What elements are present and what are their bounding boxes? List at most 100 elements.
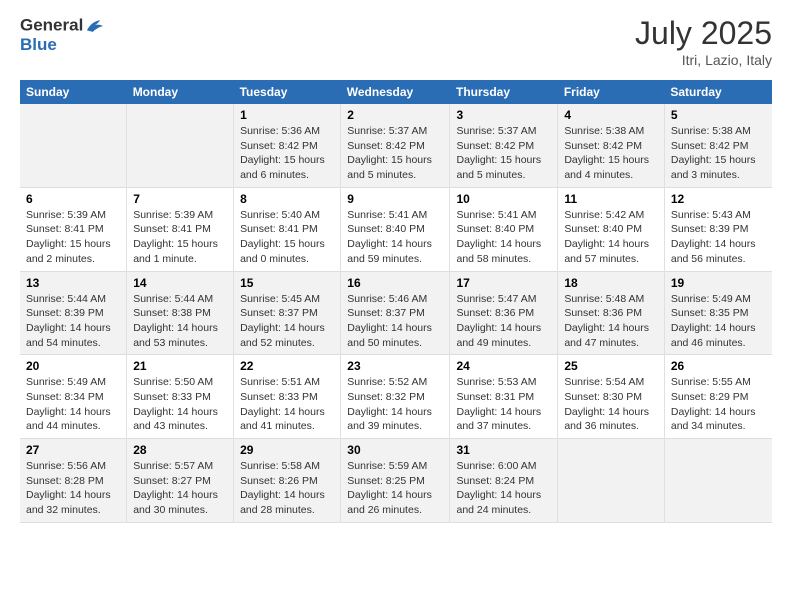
day-number: 12 — [671, 192, 766, 206]
day-info: Sunrise: 5:39 AMSunset: 8:41 PMDaylight:… — [26, 208, 120, 267]
day-info: Sunrise: 5:55 AMSunset: 8:29 PMDaylight:… — [671, 375, 766, 434]
col-friday: Friday — [558, 80, 665, 104]
day-number: 17 — [456, 276, 551, 290]
calendar-cell: 23 Sunrise: 5:52 AMSunset: 8:32 PMDayligh… — [341, 355, 450, 439]
day-info: Sunrise: 5:40 AMSunset: 8:41 PMDaylight:… — [240, 208, 334, 267]
calendar-cell: 22 Sunrise: 5:51 AMSunset: 8:33 PMDayligh… — [234, 355, 341, 439]
calendar-cell: 8 Sunrise: 5:40 AMSunset: 8:41 PMDaylight… — [234, 187, 341, 271]
calendar-cell: 31Sunrise: 6:00 AMSunset: 8:24 PMDayligh… — [450, 439, 558, 523]
calendar-cell: 14 Sunrise: 5:44 AMSunset: 8:38 PMDayligh… — [127, 271, 234, 355]
day-number: 23 — [347, 359, 443, 373]
col-sunday: Sunday — [20, 80, 127, 104]
day-info: Sunrise: 5:44 AMSunset: 8:38 PMDaylight:… — [133, 292, 227, 351]
calendar-cell: 20Sunrise: 5:49 AMSunset: 8:34 PMDayligh… — [20, 355, 127, 439]
day-info: Sunrise: 5:54 AMSunset: 8:30 PMDaylight:… — [564, 375, 658, 434]
day-number: 24 — [456, 359, 551, 373]
day-number: 6 — [26, 192, 120, 206]
day-number: 1 — [240, 108, 334, 122]
calendar-cell: 28Sunrise: 5:57 AMSunset: 8:27 PMDayligh… — [127, 439, 234, 523]
calendar-cell: 2Sunrise: 5:37 AMSunset: 8:42 PMDaylight… — [341, 104, 450, 187]
day-info: Sunrise: 5:53 AMSunset: 8:31 PMDaylight:… — [456, 375, 551, 434]
col-wednesday: Wednesday — [341, 80, 450, 104]
day-info: Sunrise: 5:39 AMSunset: 8:41 PMDaylight:… — [133, 208, 227, 267]
day-number: 22 — [240, 359, 334, 373]
logo-bird-icon — [84, 15, 106, 37]
calendar-cell: 11 Sunrise: 5:42 AMSunset: 8:40 PMDayligh… — [558, 187, 665, 271]
calendar-cell: 9Sunrise: 5:41 AMSunset: 8:40 PMDaylight… — [341, 187, 450, 271]
calendar-cell: 30 Sunrise: 5:59 AMSunset: 8:25 PMDayligh… — [341, 439, 450, 523]
day-info: Sunrise: 5:59 AMSunset: 8:25 PMDaylight:… — [347, 459, 443, 518]
calendar-cell: 7 Sunrise: 5:39 AMSunset: 8:41 PMDaylight… — [127, 187, 234, 271]
title-section: July 2025 Itri, Lazio, Italy — [635, 15, 772, 68]
day-number: 26 — [671, 359, 766, 373]
col-monday: Monday — [127, 80, 234, 104]
calendar-cell — [558, 439, 665, 523]
day-info: Sunrise: 5:36 AMSunset: 8:42 PMDaylight:… — [240, 124, 334, 183]
logo-blue: Blue — [20, 35, 57, 54]
calendar-cell: 27 Sunrise: 5:56 AMSunset: 8:28 PMDayligh… — [20, 439, 127, 523]
day-number: 15 — [240, 276, 334, 290]
table-row: 13 Sunrise: 5:44 AMSunset: 8:39 PMDayligh… — [20, 271, 772, 355]
day-info: Sunrise: 5:56 AMSunset: 8:28 PMDaylight:… — [26, 459, 120, 518]
day-info: Sunrise: 5:46 AMSunset: 8:37 PMDaylight:… — [347, 292, 443, 351]
calendar-cell: 12 Sunrise: 5:43 AMSunset: 8:39 PMDayligh… — [664, 187, 772, 271]
day-number: 21 — [133, 359, 227, 373]
day-info: Sunrise: 5:43 AMSunset: 8:39 PMDaylight:… — [671, 208, 766, 267]
day-info: Sunrise: 5:38 AMSunset: 8:42 PMDaylight:… — [564, 124, 658, 183]
day-number: 9 — [347, 192, 443, 206]
table-row: 1 Sunrise: 5:36 AMSunset: 8:42 PMDaylight… — [20, 104, 772, 187]
calendar-cell: 6 Sunrise: 5:39 AMSunset: 8:41 PMDaylight… — [20, 187, 127, 271]
day-info: Sunrise: 5:42 AMSunset: 8:40 PMDaylight:… — [564, 208, 658, 267]
day-number: 29 — [240, 443, 334, 457]
day-number: 7 — [133, 192, 227, 206]
col-thursday: Thursday — [450, 80, 558, 104]
calendar-cell: 24 Sunrise: 5:53 AMSunset: 8:31 PMDayligh… — [450, 355, 558, 439]
logo-general: General — [20, 15, 83, 34]
day-info: Sunrise: 5:51 AMSunset: 8:33 PMDaylight:… — [240, 375, 334, 434]
calendar-cell — [664, 439, 772, 523]
calendar-cell: 16 Sunrise: 5:46 AMSunset: 8:37 PMDayligh… — [341, 271, 450, 355]
calendar-cell: 1 Sunrise: 5:36 AMSunset: 8:42 PMDaylight… — [234, 104, 341, 187]
calendar-cell: 13 Sunrise: 5:44 AMSunset: 8:39 PMDayligh… — [20, 271, 127, 355]
table-row: 6 Sunrise: 5:39 AMSunset: 8:41 PMDaylight… — [20, 187, 772, 271]
day-info: Sunrise: 5:50 AMSunset: 8:33 PMDaylight:… — [133, 375, 227, 434]
calendar-cell: 21 Sunrise: 5:50 AMSunset: 8:33 PMDayligh… — [127, 355, 234, 439]
day-info: Sunrise: 5:44 AMSunset: 8:39 PMDaylight:… — [26, 292, 120, 351]
calendar-cell: 4 Sunrise: 5:38 AMSunset: 8:42 PMDaylight… — [558, 104, 665, 187]
day-number: 8 — [240, 192, 334, 206]
calendar-cell: 15 Sunrise: 5:45 AMSunset: 8:37 PMDayligh… — [234, 271, 341, 355]
day-number: 18 — [564, 276, 658, 290]
day-info: Sunrise: 5:49 AMSunset: 8:34 PMDaylight:… — [26, 375, 120, 434]
day-number: 11 — [564, 192, 658, 206]
day-number: 27 — [26, 443, 120, 457]
table-row: 27 Sunrise: 5:56 AMSunset: 8:28 PMDayligh… — [20, 439, 772, 523]
calendar-cell: 25 Sunrise: 5:54 AMSunset: 8:30 PMDayligh… — [558, 355, 665, 439]
calendar-cell: 19Sunrise: 5:49 AMSunset: 8:35 PMDayligh… — [664, 271, 772, 355]
table-row: 20Sunrise: 5:49 AMSunset: 8:34 PMDayligh… — [20, 355, 772, 439]
header: General Blue July 2025 Itri, Lazio, Ital… — [20, 15, 772, 68]
day-number: 4 — [564, 108, 658, 122]
day-info: Sunrise: 5:47 AMSunset: 8:36 PMDaylight:… — [456, 292, 551, 351]
calendar-cell: 10Sunrise: 5:41 AMSunset: 8:40 PMDayligh… — [450, 187, 558, 271]
calendar-cell — [127, 104, 234, 187]
day-info: Sunrise: 5:45 AMSunset: 8:37 PMDaylight:… — [240, 292, 334, 351]
day-number: 13 — [26, 276, 120, 290]
day-number: 14 — [133, 276, 227, 290]
day-number: 28 — [133, 443, 227, 457]
day-info: Sunrise: 6:00 AMSunset: 8:24 PMDaylight:… — [456, 459, 551, 518]
day-number: 30 — [347, 443, 443, 457]
calendar-table: Sunday Monday Tuesday Wednesday Thursday… — [20, 80, 772, 523]
day-info: Sunrise: 5:58 AMSunset: 8:26 PMDaylight:… — [240, 459, 334, 518]
calendar-page: General Blue July 2025 Itri, Lazio, Ital… — [0, 0, 792, 612]
calendar-cell: 17 Sunrise: 5:47 AMSunset: 8:36 PMDayligh… — [450, 271, 558, 355]
calendar-cell — [20, 104, 127, 187]
col-saturday: Saturday — [664, 80, 772, 104]
month-year: July 2025 — [635, 15, 772, 52]
day-info: Sunrise: 5:37 AMSunset: 8:42 PMDaylight:… — [456, 124, 551, 183]
location: Itri, Lazio, Italy — [635, 52, 772, 68]
header-row: Sunday Monday Tuesday Wednesday Thursday… — [20, 80, 772, 104]
day-info: Sunrise: 5:52 AMSunset: 8:32 PMDaylight:… — [347, 375, 443, 434]
day-number: 3 — [456, 108, 551, 122]
day-number: 25 — [564, 359, 658, 373]
day-number: 16 — [347, 276, 443, 290]
